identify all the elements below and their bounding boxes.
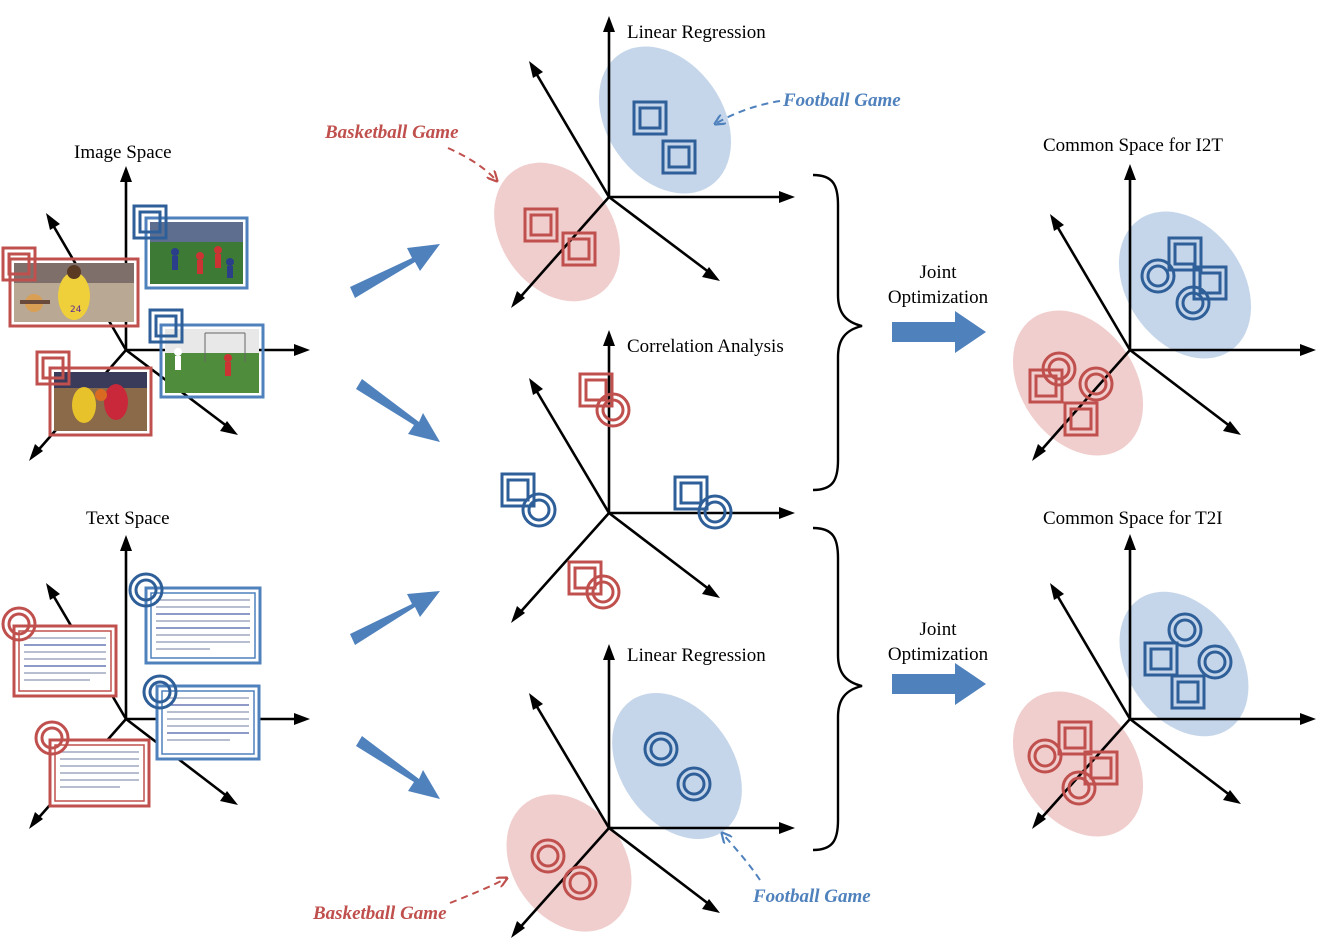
- linear-regression-top-panel: Linear Regression Basketball Game Footba…: [324, 16, 901, 308]
- joint-top-line1: Joint: [920, 262, 958, 283]
- basketball-text-doc-2: [48, 738, 151, 808]
- common-t2i-title: Common Space for T2I: [1043, 508, 1223, 529]
- svg-text:24: 24: [70, 305, 82, 315]
- basketball-pointer-top: [447, 147, 497, 181]
- brace-top: [812, 173, 863, 492]
- arrow-image-to-lr: [350, 244, 440, 298]
- lr-top-title: Linear Regression: [627, 22, 766, 43]
- football-pointer-bottom: [722, 833, 761, 881]
- ca-axes: [511, 330, 795, 623]
- correlation-analysis-panel: Correlation Analysis: [500, 330, 795, 623]
- basketball-photo-2: [48, 366, 153, 437]
- image-space-label: Image Space: [74, 142, 172, 163]
- football-label-top: Football Game: [782, 90, 901, 111]
- common-i2t-title: Common Space for I2T: [1043, 135, 1223, 156]
- common-space-i2t-panel: Common Space for I2T: [1012, 135, 1316, 461]
- text-space-panel: Text Space: [1, 508, 310, 829]
- basketball-label-top: Basketball Game: [324, 122, 459, 143]
- image-space-panel: Image Space 24: [1, 142, 310, 461]
- football-text-doc-1: [144, 586, 262, 665]
- linear-regression-bottom-panel: Linear Regression Basketball Game Footba…: [312, 644, 871, 938]
- joint-bottom-line2: Optimization: [888, 644, 989, 665]
- football-label-bottom: Football Game: [752, 886, 871, 907]
- lr-bottom-title: Linear Regression: [627, 645, 766, 666]
- mapping-arrows-left: [350, 244, 440, 799]
- common-space-t2i-panel: Common Space for T2I: [1012, 508, 1316, 837]
- joint-optimization-bottom: Joint Optimization: [888, 619, 989, 705]
- brace-bottom: [812, 526, 863, 852]
- joint-top-arrow: [892, 311, 986, 353]
- diagram-canvas: Image Space 24 Text Space Linear Regress…: [0, 0, 1329, 952]
- cross-modal-diagram: Image Space 24 Text Space Linear Regress…: [1, 16, 1316, 938]
- arrow-text-to-lr: [356, 736, 440, 799]
- basketball-label-bottom: Basketball Game: [312, 903, 447, 924]
- joint-bottom-line1: Joint: [920, 619, 958, 640]
- ca-title: Correlation Analysis: [627, 336, 784, 357]
- arrow-text-to-ca: [350, 591, 440, 645]
- football-text-doc-2: [155, 684, 261, 761]
- basketball-pointer-bottom: [449, 878, 507, 904]
- text-space-label: Text Space: [86, 508, 170, 529]
- joint-bottom-arrow: [892, 663, 986, 705]
- joint-optimization-top: Joint Optimization: [888, 262, 989, 353]
- joint-top-line2: Optimization: [888, 287, 989, 308]
- arrow-image-to-ca: [356, 379, 440, 442]
